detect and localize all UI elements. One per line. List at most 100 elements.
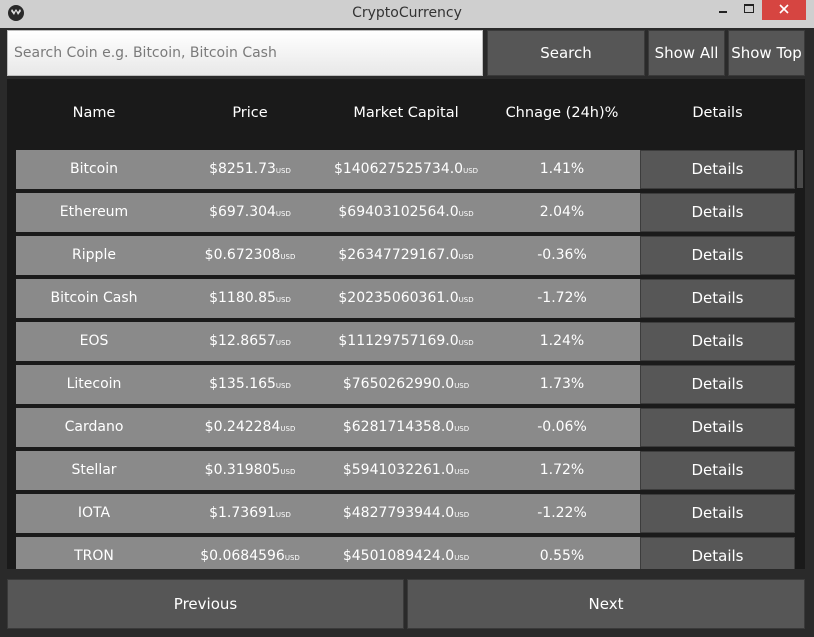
close-icon <box>779 4 789 14</box>
coin-name: Bitcoin Cash <box>50 290 138 306</box>
details-button[interactable]: Details <box>640 279 795 318</box>
search-input[interactable] <box>7 30 483 76</box>
column-header-price: Price <box>232 105 268 121</box>
table-row: Stellar $0.319805USD $5941032261.0USD 1.… <box>16 451 795 490</box>
price-value: $697.304 <box>209 204 276 220</box>
coin-change: 1.41% <box>539 161 585 177</box>
currency-unit: USD <box>275 210 291 218</box>
coin-market-capital: $20235060361.0USD <box>328 279 484 318</box>
coin-price: $0.319805USD <box>172 451 328 490</box>
price-value: $1180.85 <box>209 290 276 306</box>
currency-unit: USD <box>280 253 296 261</box>
maximize-button[interactable] <box>736 0 762 20</box>
coin-name: Bitcoin <box>69 161 118 177</box>
coin-change: 1.24% <box>539 333 585 349</box>
currency-unit: USD <box>458 253 474 261</box>
column-header-market-capital: Market Capital <box>353 105 459 121</box>
table-row: TRON $0.0684596USD $4501089424.0USD 0.55… <box>16 537 795 569</box>
coin-market-capital: $140627525734.0USD <box>328 150 484 189</box>
previous-button[interactable]: Previous <box>7 579 404 629</box>
details-button[interactable]: Details <box>640 236 795 275</box>
coin-change: -0.06% <box>537 419 587 435</box>
minimize-button[interactable] <box>706 0 738 20</box>
currency-unit: USD <box>454 511 470 519</box>
price-value: $12.8657 <box>209 333 276 349</box>
details-button[interactable]: Details <box>640 150 795 189</box>
currency-unit: USD <box>275 296 291 304</box>
price-value: $0.0684596 <box>200 548 285 564</box>
next-button[interactable]: Next <box>407 579 805 629</box>
price-value: $0.242284 <box>204 419 281 435</box>
table-row: IOTA $1.73691USD $4827793944.0USD -1.22%… <box>16 494 795 533</box>
details-button[interactable]: Details <box>640 365 795 404</box>
window-title: CryptoCurrency <box>352 5 462 21</box>
title-bar: CryptoCurrency <box>0 0 814 28</box>
currency-unit: USD <box>275 339 291 347</box>
market-capital-value: $4501089424.0 <box>342 548 455 564</box>
table-body: Bitcoin $8251.73USD $140627525734.0USD 1… <box>16 150 805 569</box>
currency-unit: USD <box>275 167 291 175</box>
market-capital-value: $140627525734.0 <box>333 161 464 177</box>
market-capital-value: $69403102564.0 <box>338 204 459 220</box>
search-button[interactable]: Search <box>487 30 645 76</box>
coin-name: IOTA <box>77 505 111 521</box>
coin-price: $697.304USD <box>172 193 328 232</box>
column-header-details: Details <box>692 105 743 121</box>
currency-unit: USD <box>454 468 470 476</box>
coin-price: $1180.85USD <box>172 279 328 318</box>
table-row: Cardano $0.242284USD $6281714358.0 USD -0… <box>16 408 795 447</box>
currency-unit: USD <box>454 554 470 562</box>
details-button[interactable]: Details <box>640 537 795 569</box>
currency-unit: USD <box>458 210 474 218</box>
currency-unit: USD <box>275 382 291 390</box>
market-capital-value: $6281714358.0 <box>342 419 455 435</box>
table-row: Bitcoin $8251.73USD $140627525734.0USD 1… <box>16 150 795 189</box>
currency-unit: USD <box>280 425 296 433</box>
coin-market-capital: $26347729167.0USD <box>328 236 484 275</box>
coin-market-capital: $4827793944.0USD <box>328 494 484 533</box>
details-button[interactable]: Details <box>640 408 795 447</box>
table-row: EOS $12.8657USD $11129757169.0USD 1.24% … <box>16 322 795 361</box>
table-scrollbar[interactable] <box>797 150 803 188</box>
table-row: Litecoin $135.165USD $7650262990.0USD 1.… <box>16 365 795 404</box>
price-value: $0.319805 <box>204 462 281 478</box>
currency-unit: USD <box>275 511 291 519</box>
table-row: Ethereum $697.304USD $69403102564.0USD 2… <box>16 193 795 232</box>
coin-price: $135.165USD <box>172 365 328 404</box>
currency-unit: USD <box>458 339 474 347</box>
market-capital-value: $5941032261.0 <box>342 462 455 478</box>
show-top-button[interactable]: Show Top <box>728 30 805 76</box>
coin-price: $0.242284USD <box>172 408 328 447</box>
coin-name: TRON <box>74 548 114 564</box>
price-value: $0.672308 <box>204 247 281 263</box>
market-capital-value: $26347729167.0 <box>338 247 459 263</box>
table-row: Bitcoin Cash $1180.85USD $20235060361.0U… <box>16 279 795 318</box>
coin-price: $12.8657USD <box>172 322 328 361</box>
coin-change: -1.22% <box>537 505 587 521</box>
price-value: $8251.73 <box>209 161 276 177</box>
coin-market-capital: $11129757169.0USD <box>328 322 484 361</box>
column-header-change: Chnage (24h)% <box>505 105 619 121</box>
coin-price: $8251.73USD <box>172 150 328 189</box>
details-button[interactable]: Details <box>640 494 795 533</box>
currency-unit: USD <box>454 382 470 390</box>
coin-change: 0.55% <box>539 548 585 564</box>
show-all-button[interactable]: Show All <box>648 30 725 76</box>
coin-price: $0.0684596USD <box>172 537 328 569</box>
details-button[interactable]: Details <box>640 451 795 490</box>
table-row: Ripple $0.672308USD $26347729167.0USD -0… <box>16 236 795 275</box>
currency-unit: USD <box>458 296 474 304</box>
coin-name: Cardano <box>64 419 124 435</box>
coin-change: 1.73% <box>539 376 585 392</box>
price-value: $1.73691 <box>209 505 276 521</box>
details-button[interactable]: Details <box>640 322 795 361</box>
currency-unit: USD <box>280 468 296 476</box>
market-capital-value: $7650262990.0 <box>342 376 455 392</box>
coin-change: -1.72% <box>537 290 587 306</box>
details-button[interactable]: Details <box>640 193 795 232</box>
coin-price: $1.73691USD <box>172 494 328 533</box>
currency-unit: USD <box>284 554 300 562</box>
close-button[interactable] <box>762 0 806 20</box>
market-capital-value: $4827793944.0 <box>342 505 455 521</box>
coin-market-capital: $5941032261.0USD <box>328 451 484 490</box>
